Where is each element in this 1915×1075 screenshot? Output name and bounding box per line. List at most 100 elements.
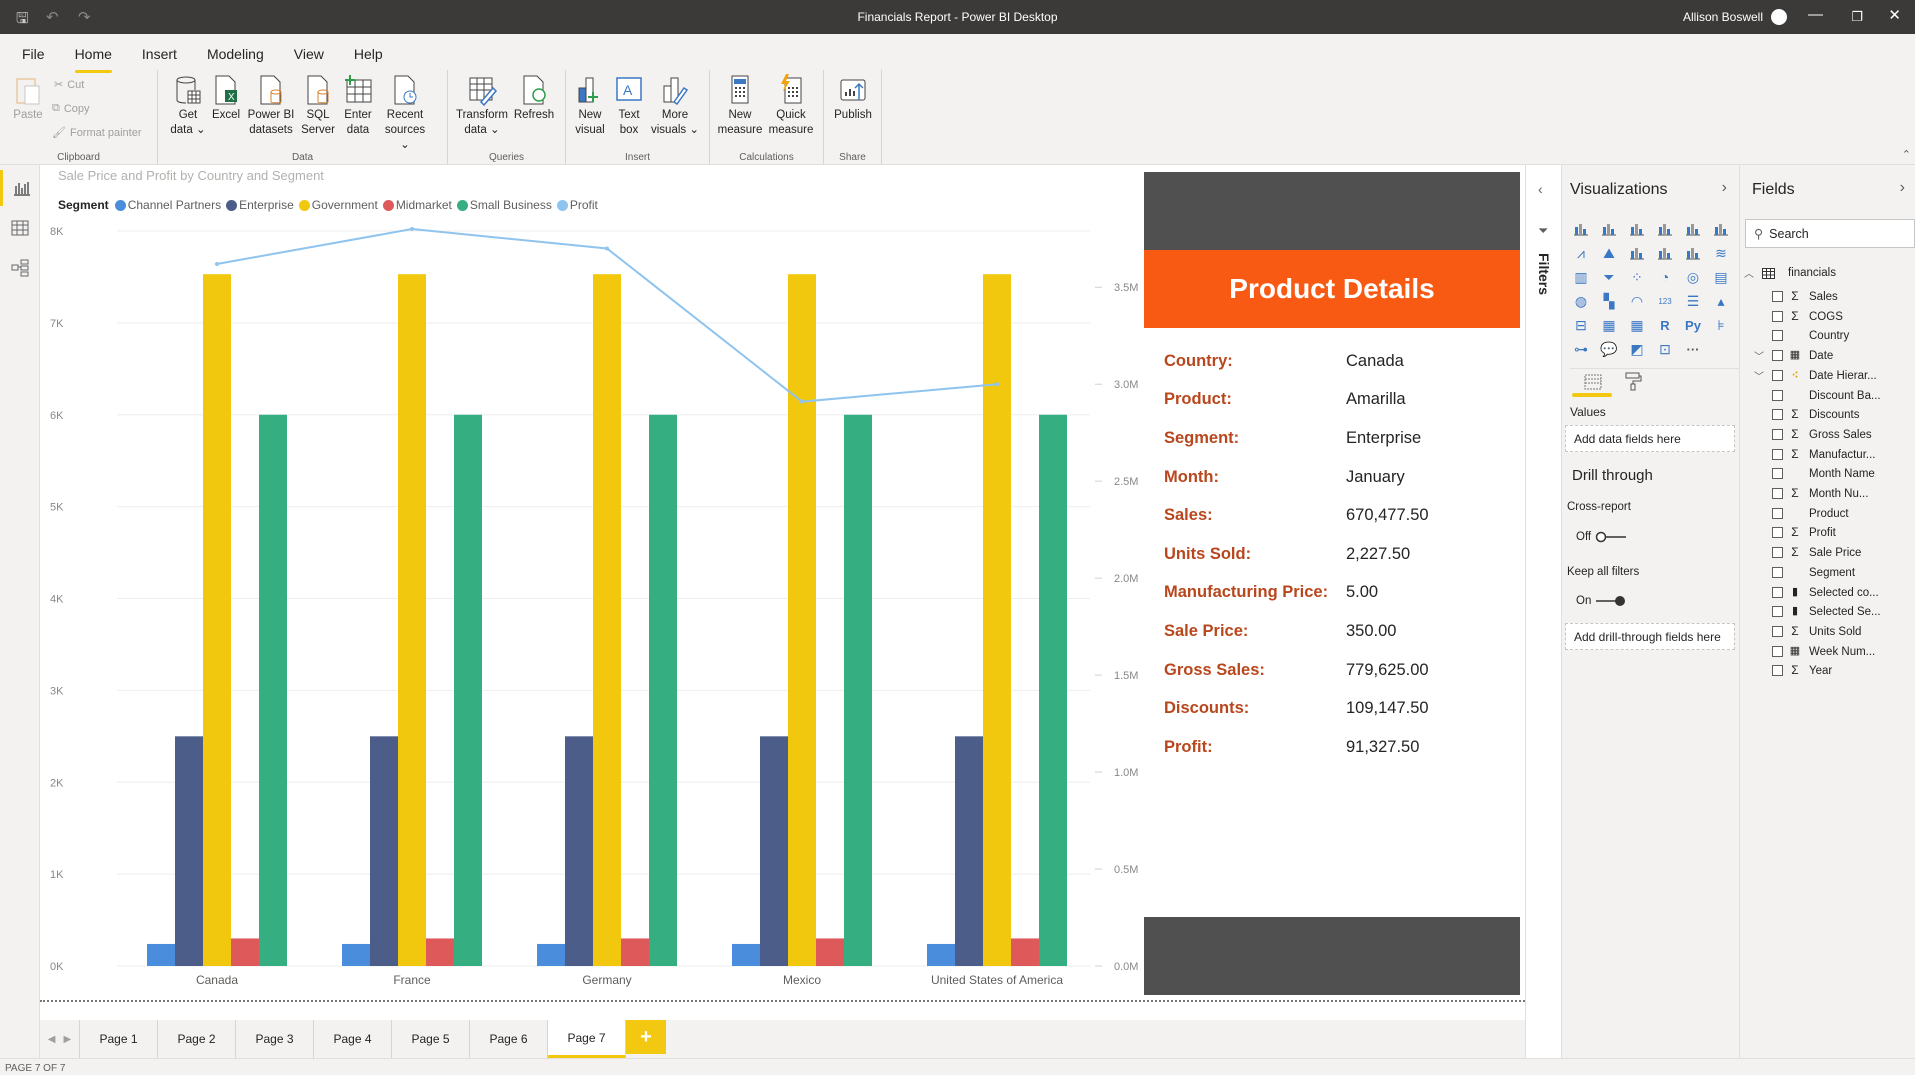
- drill-through-well[interactable]: Add drill-through fields here: [1565, 623, 1735, 650]
- bar[interactable]: [231, 938, 259, 966]
- 100-stacked-column-icon[interactable]: [1707, 217, 1735, 241]
- r-visual-icon[interactable]: R: [1651, 313, 1679, 337]
- avatar[interactable]: [1771, 9, 1787, 25]
- page-tab-4[interactable]: Page 4: [314, 1020, 392, 1058]
- close-icon[interactable]: ✕: [1888, 6, 1901, 24]
- filled-map-icon[interactable]: ▚: [1595, 289, 1623, 313]
- field-checkbox[interactable]: [1772, 330, 1783, 342]
- scroll-right-icon[interactable]: ▶: [64, 1034, 72, 1045]
- page-tab-7[interactable]: Page 7: [548, 1020, 626, 1058]
- line-stacked-column-icon[interactable]: [1679, 241, 1707, 265]
- decomposition-tree-icon[interactable]: ⊶: [1567, 337, 1595, 361]
- line-icon[interactable]: ⩘: [1567, 241, 1595, 265]
- bar[interactable]: [844, 414, 872, 966]
- tab-home[interactable]: Home: [74, 34, 113, 73]
- chevron-left-icon[interactable]: ‹: [1538, 181, 1543, 197]
- bar[interactable]: [259, 414, 287, 966]
- publish-button[interactable]: Publish: [830, 74, 876, 123]
- waterfall-icon[interactable]: ▥: [1567, 265, 1595, 289]
- field-checkbox[interactable]: [1772, 369, 1783, 381]
- transform-data-button[interactable]: Transform data ⌄: [454, 74, 510, 138]
- gauge-icon[interactable]: ◠: [1623, 289, 1651, 313]
- format-tab[interactable]: [1624, 371, 1642, 396]
- custom-visual-icon[interactable]: ◩: [1623, 337, 1651, 361]
- page-tab-3[interactable]: Page 3: [236, 1020, 314, 1058]
- new-visual-button[interactable]: New visual: [572, 74, 608, 138]
- bar[interactable]: [649, 414, 677, 966]
- field-checkbox[interactable]: [1772, 389, 1783, 401]
- bar[interactable]: [927, 943, 955, 966]
- format-painter-button[interactable]: 🖌 Format painter: [52, 126, 142, 140]
- bar[interactable]: [983, 274, 1011, 966]
- clustered-bar-icon[interactable]: [1623, 217, 1651, 241]
- text-box-button[interactable]: A Text box: [612, 74, 646, 138]
- enter-data-button[interactable]: Enter data: [340, 74, 376, 138]
- bar[interactable]: [732, 943, 760, 966]
- line-clustered-column-icon[interactable]: [1651, 241, 1679, 265]
- tab-help[interactable]: Help: [354, 34, 383, 70]
- profit-point[interactable]: [995, 382, 999, 387]
- report-view-button[interactable]: [0, 170, 40, 206]
- scroll-left-icon[interactable]: ◀: [48, 1034, 56, 1045]
- expand-icon[interactable]: ﹀: [1754, 368, 1764, 383]
- bar[interactable]: [370, 736, 398, 966]
- bar[interactable]: [621, 938, 649, 966]
- clustered-column-icon[interactable]: [1651, 217, 1679, 241]
- bar[interactable]: [147, 943, 175, 966]
- collapse-icon[interactable]: ︿: [1744, 265, 1754, 280]
- bar[interactable]: [398, 274, 426, 966]
- funnel-icon[interactable]: ⏷: [1595, 265, 1623, 289]
- field-checkbox[interactable]: [1772, 665, 1783, 677]
- stacked-column-icon[interactable]: [1595, 217, 1623, 241]
- bar[interactable]: [955, 736, 983, 966]
- more-icon[interactable]: ···: [1679, 337, 1707, 361]
- field-checkbox[interactable]: [1772, 507, 1783, 519]
- bar[interactable]: [537, 943, 565, 966]
- copy-button[interactable]: ⧉ Copy: [52, 102, 90, 115]
- new-measure-button[interactable]: New measure: [716, 74, 764, 138]
- field-checkbox[interactable]: [1772, 310, 1783, 322]
- field-checkbox[interactable]: [1772, 468, 1783, 480]
- scatter-icon[interactable]: ⁘: [1623, 265, 1651, 289]
- add-page-button[interactable]: +: [626, 1020, 666, 1054]
- bar[interactable]: [454, 414, 482, 966]
- recent-sources-button[interactable]: Recent sources ⌄: [380, 74, 430, 153]
- field-checkbox[interactable]: [1772, 527, 1783, 539]
- map-icon[interactable]: ◍: [1567, 289, 1595, 313]
- bar[interactable]: [175, 736, 203, 966]
- product-details-card[interactable]: Product Details Country: Canada Product: Am…: [1144, 172, 1520, 996]
- profit-point[interactable]: [410, 227, 414, 232]
- paginated-report-icon[interactable]: ⊡: [1651, 337, 1679, 361]
- field-checkbox[interactable]: [1772, 488, 1783, 499]
- minimize-icon[interactable]: —: [1808, 6, 1823, 23]
- field-checkbox[interactable]: [1772, 566, 1783, 578]
- profit-point[interactable]: [800, 399, 804, 404]
- tab-file[interactable]: File: [22, 34, 45, 70]
- sql-server-button[interactable]: SQL Server: [300, 74, 336, 138]
- bar[interactable]: [760, 736, 788, 966]
- bar[interactable]: [1011, 938, 1039, 966]
- collapse-ribbon-icon[interactable]: ⌃: [1902, 148, 1911, 161]
- stacked-bar-icon[interactable]: [1567, 217, 1595, 241]
- values-well[interactable]: Add data fields here: [1565, 425, 1735, 452]
- chevron-right-icon[interactable]: ›: [1900, 179, 1905, 197]
- stacked-area-icon[interactable]: [1623, 241, 1651, 265]
- tab-modeling[interactable]: Modeling: [207, 34, 264, 70]
- card-icon[interactable]: 123: [1651, 289, 1679, 313]
- ribbon-icon[interactable]: ≋: [1707, 241, 1735, 265]
- bar[interactable]: [593, 274, 621, 966]
- field-checkbox[interactable]: [1772, 409, 1783, 421]
- pie-icon[interactable]: ◔: [1651, 265, 1679, 289]
- keep-filters-toggle[interactable]: On: [1576, 595, 1627, 607]
- matrix-icon[interactable]: ▦: [1623, 313, 1651, 337]
- slicer-icon[interactable]: ⊟: [1567, 313, 1595, 337]
- fields-search-input[interactable]: ⚲ Search: [1745, 219, 1915, 248]
- combo-chart[interactable]: 0K 1K 2K 3K 4K 5K 6K 7K 8K 0.0M 0.5M 1.0M 1.5M 2.0M 2.…: [40, 165, 1144, 995]
- user-name[interactable]: Allison Boswell: [1683, 10, 1763, 24]
- bar[interactable]: [342, 943, 370, 966]
- area-icon[interactable]: ⛰: [1595, 241, 1623, 265]
- bar[interactable]: [788, 274, 816, 966]
- page-tab-5[interactable]: Page 5: [392, 1020, 470, 1058]
- expand-icon[interactable]: ﹀: [1754, 348, 1764, 363]
- treemap-icon[interactable]: ▤: [1707, 265, 1735, 289]
